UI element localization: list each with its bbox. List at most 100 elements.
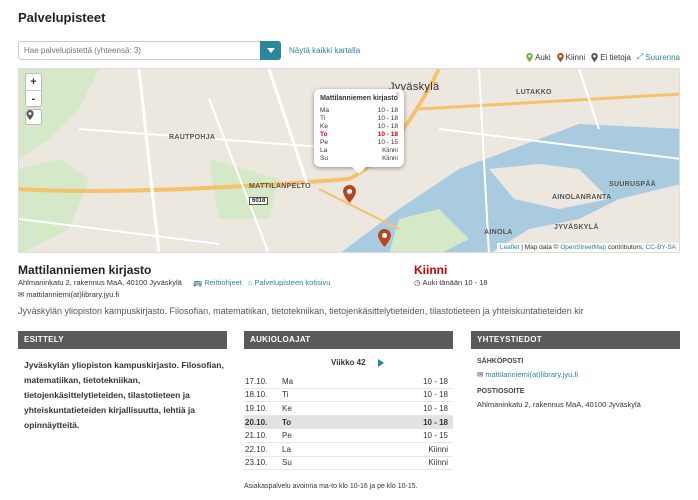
library-email-text: mattilanniemi(at)library.jyu.fi (26, 290, 120, 299)
hours-weekday: To (282, 417, 292, 427)
map-label-district: AINOLANRANTA (552, 194, 612, 201)
week-label: Viikko 42 (331, 358, 366, 367)
hours-value: Kiinni (428, 444, 448, 454)
contact-address: Ahlmaninkatu 2, rakennus MaA, 40100 Jyvä… (477, 400, 641, 409)
hours-row: 22.10. La Kiinni (244, 443, 453, 457)
map-label-district: MATTILANPELTO (249, 183, 311, 190)
panel-header-intro: ESITTELY (18, 331, 227, 349)
contact-email-text: mattilanniemi(at)library.jyu.fi (485, 370, 579, 379)
legend-open: Auki (526, 52, 551, 62)
popup-hours: 10 - 15 (377, 139, 398, 146)
map-label-district: LUTAKKO (516, 89, 552, 96)
hours-date: 20.10. (245, 417, 268, 427)
chevron-down-icon (266, 48, 275, 53)
map[interactable]: + - Jyväskylä MATTILANPELTO RAUTPOHJA LU… (18, 68, 680, 253)
week-navigation: Viikko 42 (331, 358, 384, 367)
hours-weekday: La (282, 444, 291, 454)
popup-row: Pe 10 - 15 (320, 139, 398, 147)
map-pin-open-icon (526, 52, 533, 62)
hours-date: 23.10. (245, 458, 268, 468)
hours-value: 10 - 18 (423, 417, 448, 427)
license-link[interactable]: CC-BY-SA (646, 244, 676, 251)
directions-link[interactable]: 🚌 Reittiohjeet (193, 278, 242, 287)
popup-row: Ma 10 - 18 (320, 107, 398, 115)
search-dropdown-button[interactable] (260, 41, 281, 60)
contact-address-label: POSTIOSOITE (477, 388, 525, 395)
contact-email[interactable]: ✉ mattilanniemi(at)library.jyu.fi (477, 370, 578, 379)
search-input[interactable] (19, 42, 259, 59)
legend-unknown-label: Ei tietoja (600, 52, 631, 62)
map-attribution: Leaflet | Map data © OpenStreetMap contr… (496, 243, 679, 252)
popup-title: Mattilanniemen kirjasto (320, 95, 398, 102)
hours-value: 10 - 15 (423, 431, 448, 441)
hours-row-today: 20.10. To 10 - 18 (244, 415, 453, 430)
zoom-in-button[interactable]: + (26, 74, 41, 90)
hours-date: 21.10. (245, 431, 268, 441)
leaflet-link[interactable]: Leaflet (500, 244, 520, 251)
hours-value: 10 - 18 (423, 403, 448, 413)
contributors-text: contributors, (607, 244, 644, 251)
map-label-district: AINOLA (484, 229, 513, 236)
directions-label: Reittiohjeet (204, 278, 242, 287)
library-address: Ahlmaninkatu 2, rakennus MaA, 40100 Jyvä… (18, 278, 182, 287)
contact-email-label: SÄHKÖPOSTI (477, 358, 524, 365)
locate-button[interactable] (25, 109, 42, 125)
expand-label: Suurenna (645, 52, 680, 62)
popup-hours: 10 - 18 (377, 115, 398, 122)
hours-row: 23.10. Su Kiinni (244, 457, 453, 471)
popup-hours: Kiinni (382, 147, 398, 154)
panel-header-hours: AUKIOLOAJAT (244, 331, 453, 349)
popup-hours: 10 - 18 (377, 131, 398, 138)
expand-map-button[interactable]: ⤢ Suurenna (637, 52, 680, 62)
legend-closed-label: Kiinni (565, 52, 586, 62)
legend-open-label: Auki (535, 52, 551, 62)
hours-weekday: Pe (282, 431, 292, 441)
search-box (18, 41, 281, 60)
library-description: Jyväskylän yliopiston kampuskirjasto. Fi… (24, 360, 224, 430)
zoom-out-button[interactable]: - (26, 90, 41, 106)
hours-date: 22.10. (245, 444, 268, 454)
library-email[interactable]: ✉ mattilanniemi(at)library.jyu.fi (18, 290, 119, 299)
home-icon: ⌂ (248, 278, 253, 287)
popup-day: To (320, 131, 328, 138)
envelope-icon: ✉ (477, 370, 484, 379)
legend-closed: Kiinni (556, 52, 586, 62)
clock-icon: ◷ (414, 278, 421, 287)
map-pin-closed-icon (556, 52, 564, 62)
bus-icon: 🚌 (193, 278, 203, 287)
homepage-link[interactable]: ⌂ Palvelupisteen kotisivu (248, 278, 330, 287)
popup-day: Su (320, 155, 328, 162)
hours-row: 18.10. Ti 10 - 18 (244, 389, 453, 403)
popup-row: Ke 10 - 18 (320, 123, 398, 131)
map-marker-closed-icon[interactable] (378, 229, 391, 247)
expand-icon: ⤢ (636, 52, 644, 61)
homepage-label: Palvelupisteen kotisivu (254, 278, 331, 287)
popup-hours: 10 - 18 (377, 123, 398, 130)
osm-link[interactable]: OpenStreetMap (560, 244, 606, 251)
popup-day: La (320, 147, 328, 154)
hours-weekday: Su (282, 458, 292, 468)
hours-value: Kiinni (428, 458, 448, 468)
show-all-on-map-link[interactable]: Näytä kaikki kartalla (289, 46, 360, 55)
hours-weekday: Ti (282, 390, 289, 400)
map-label-district: RAUTPOHJA (169, 134, 216, 141)
envelope-icon: ✉ (18, 290, 25, 299)
map-marker-closed-icon[interactable] (343, 185, 356, 203)
popup-day: Ma (320, 107, 330, 114)
popup-hours: Kiinni (382, 155, 398, 162)
hours-value: 10 - 18 (423, 390, 448, 400)
close-icon[interactable]: × (395, 90, 400, 99)
popup-day: Ke (320, 123, 328, 130)
next-week-arrow-icon[interactable] (377, 358, 384, 367)
road-sign: 6018 (249, 197, 269, 205)
location-pin-icon (26, 110, 34, 120)
popup-day: Pe (320, 139, 328, 146)
library-intro: Jyväskylän yliopiston kampuskirjasto. Fi… (18, 306, 584, 316)
popup-row: Ti 10 - 18 (320, 115, 398, 123)
hours-row: 17.10. Ma 10 - 18 (244, 375, 453, 389)
hours-date: 18.10. (245, 390, 268, 400)
popup-row-today: To 10 - 18 (320, 131, 398, 139)
popup-day: Ti (320, 115, 326, 122)
status-badge: Kiinni (414, 263, 448, 277)
hours-weekday: Ke (282, 403, 292, 413)
